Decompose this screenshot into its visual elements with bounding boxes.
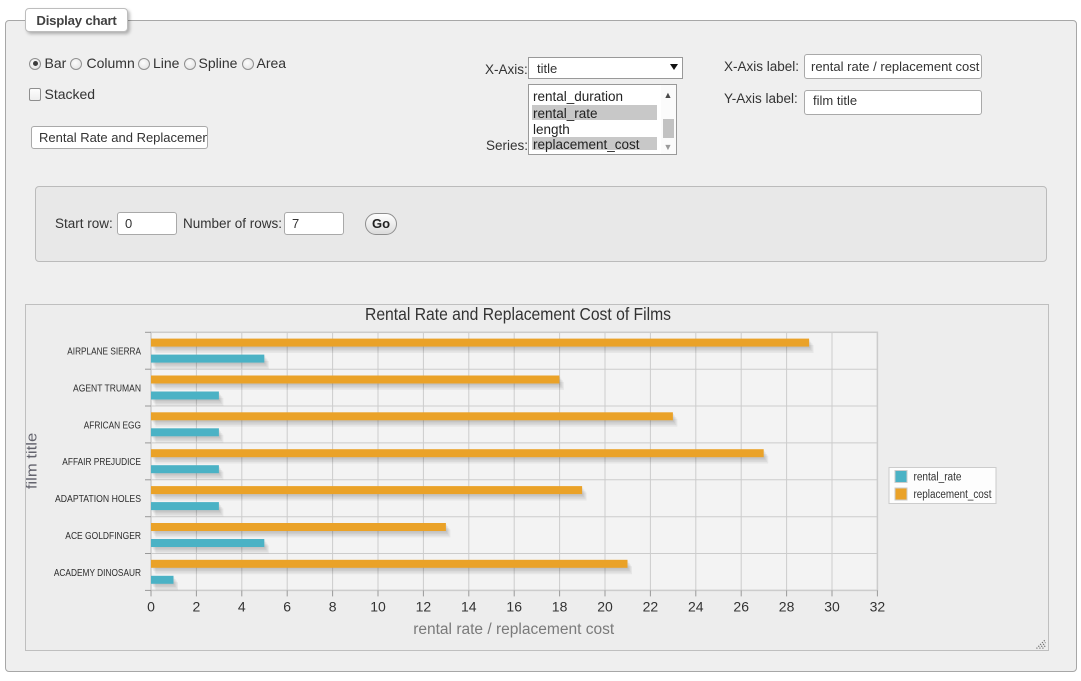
svg-text:12: 12 xyxy=(416,599,432,615)
svg-text:rental rate / replacement cost: rental rate / replacement cost xyxy=(413,621,615,638)
svg-text:10: 10 xyxy=(370,599,386,615)
svg-text:28: 28 xyxy=(779,599,795,615)
svg-text:30: 30 xyxy=(824,599,840,615)
svg-text:6: 6 xyxy=(283,599,291,615)
svg-text:8: 8 xyxy=(329,599,337,615)
svg-text:32: 32 xyxy=(870,599,886,615)
svg-text:0: 0 xyxy=(147,599,155,615)
svg-text:20: 20 xyxy=(597,599,613,615)
svg-text:AGENT TRUMAN: AGENT TRUMAN xyxy=(73,382,141,394)
svg-text:ACADEMY DINOSAUR: ACADEMY DINOSAUR xyxy=(54,567,141,579)
svg-text:14: 14 xyxy=(461,599,477,615)
svg-text:replacement_cost: replacement_cost xyxy=(914,489,993,501)
svg-text:AIRPLANE SIERRA: AIRPLANE SIERRA xyxy=(67,346,141,358)
svg-text:4: 4 xyxy=(238,599,246,615)
svg-text:24: 24 xyxy=(688,599,704,615)
svg-text:16: 16 xyxy=(506,599,522,615)
svg-text:film title: film title xyxy=(26,433,41,489)
svg-text:26: 26 xyxy=(733,599,749,615)
svg-text:rental_rate: rental_rate xyxy=(914,472,962,484)
svg-text:AFRICAN EGG: AFRICAN EGG xyxy=(84,419,141,431)
svg-text:Rental Rate and Replacement Co: Rental Rate and Replacement Cost of Film… xyxy=(365,305,671,324)
svg-text:ACE GOLDFINGER: ACE GOLDFINGER xyxy=(65,530,141,542)
svg-text:2: 2 xyxy=(193,599,201,615)
svg-text:AFFAIR PREJUDICE: AFFAIR PREJUDICE xyxy=(62,456,141,468)
svg-text:22: 22 xyxy=(643,599,659,615)
svg-text:18: 18 xyxy=(552,599,568,615)
svg-text:ADAPTATION HOLES: ADAPTATION HOLES xyxy=(55,493,141,505)
